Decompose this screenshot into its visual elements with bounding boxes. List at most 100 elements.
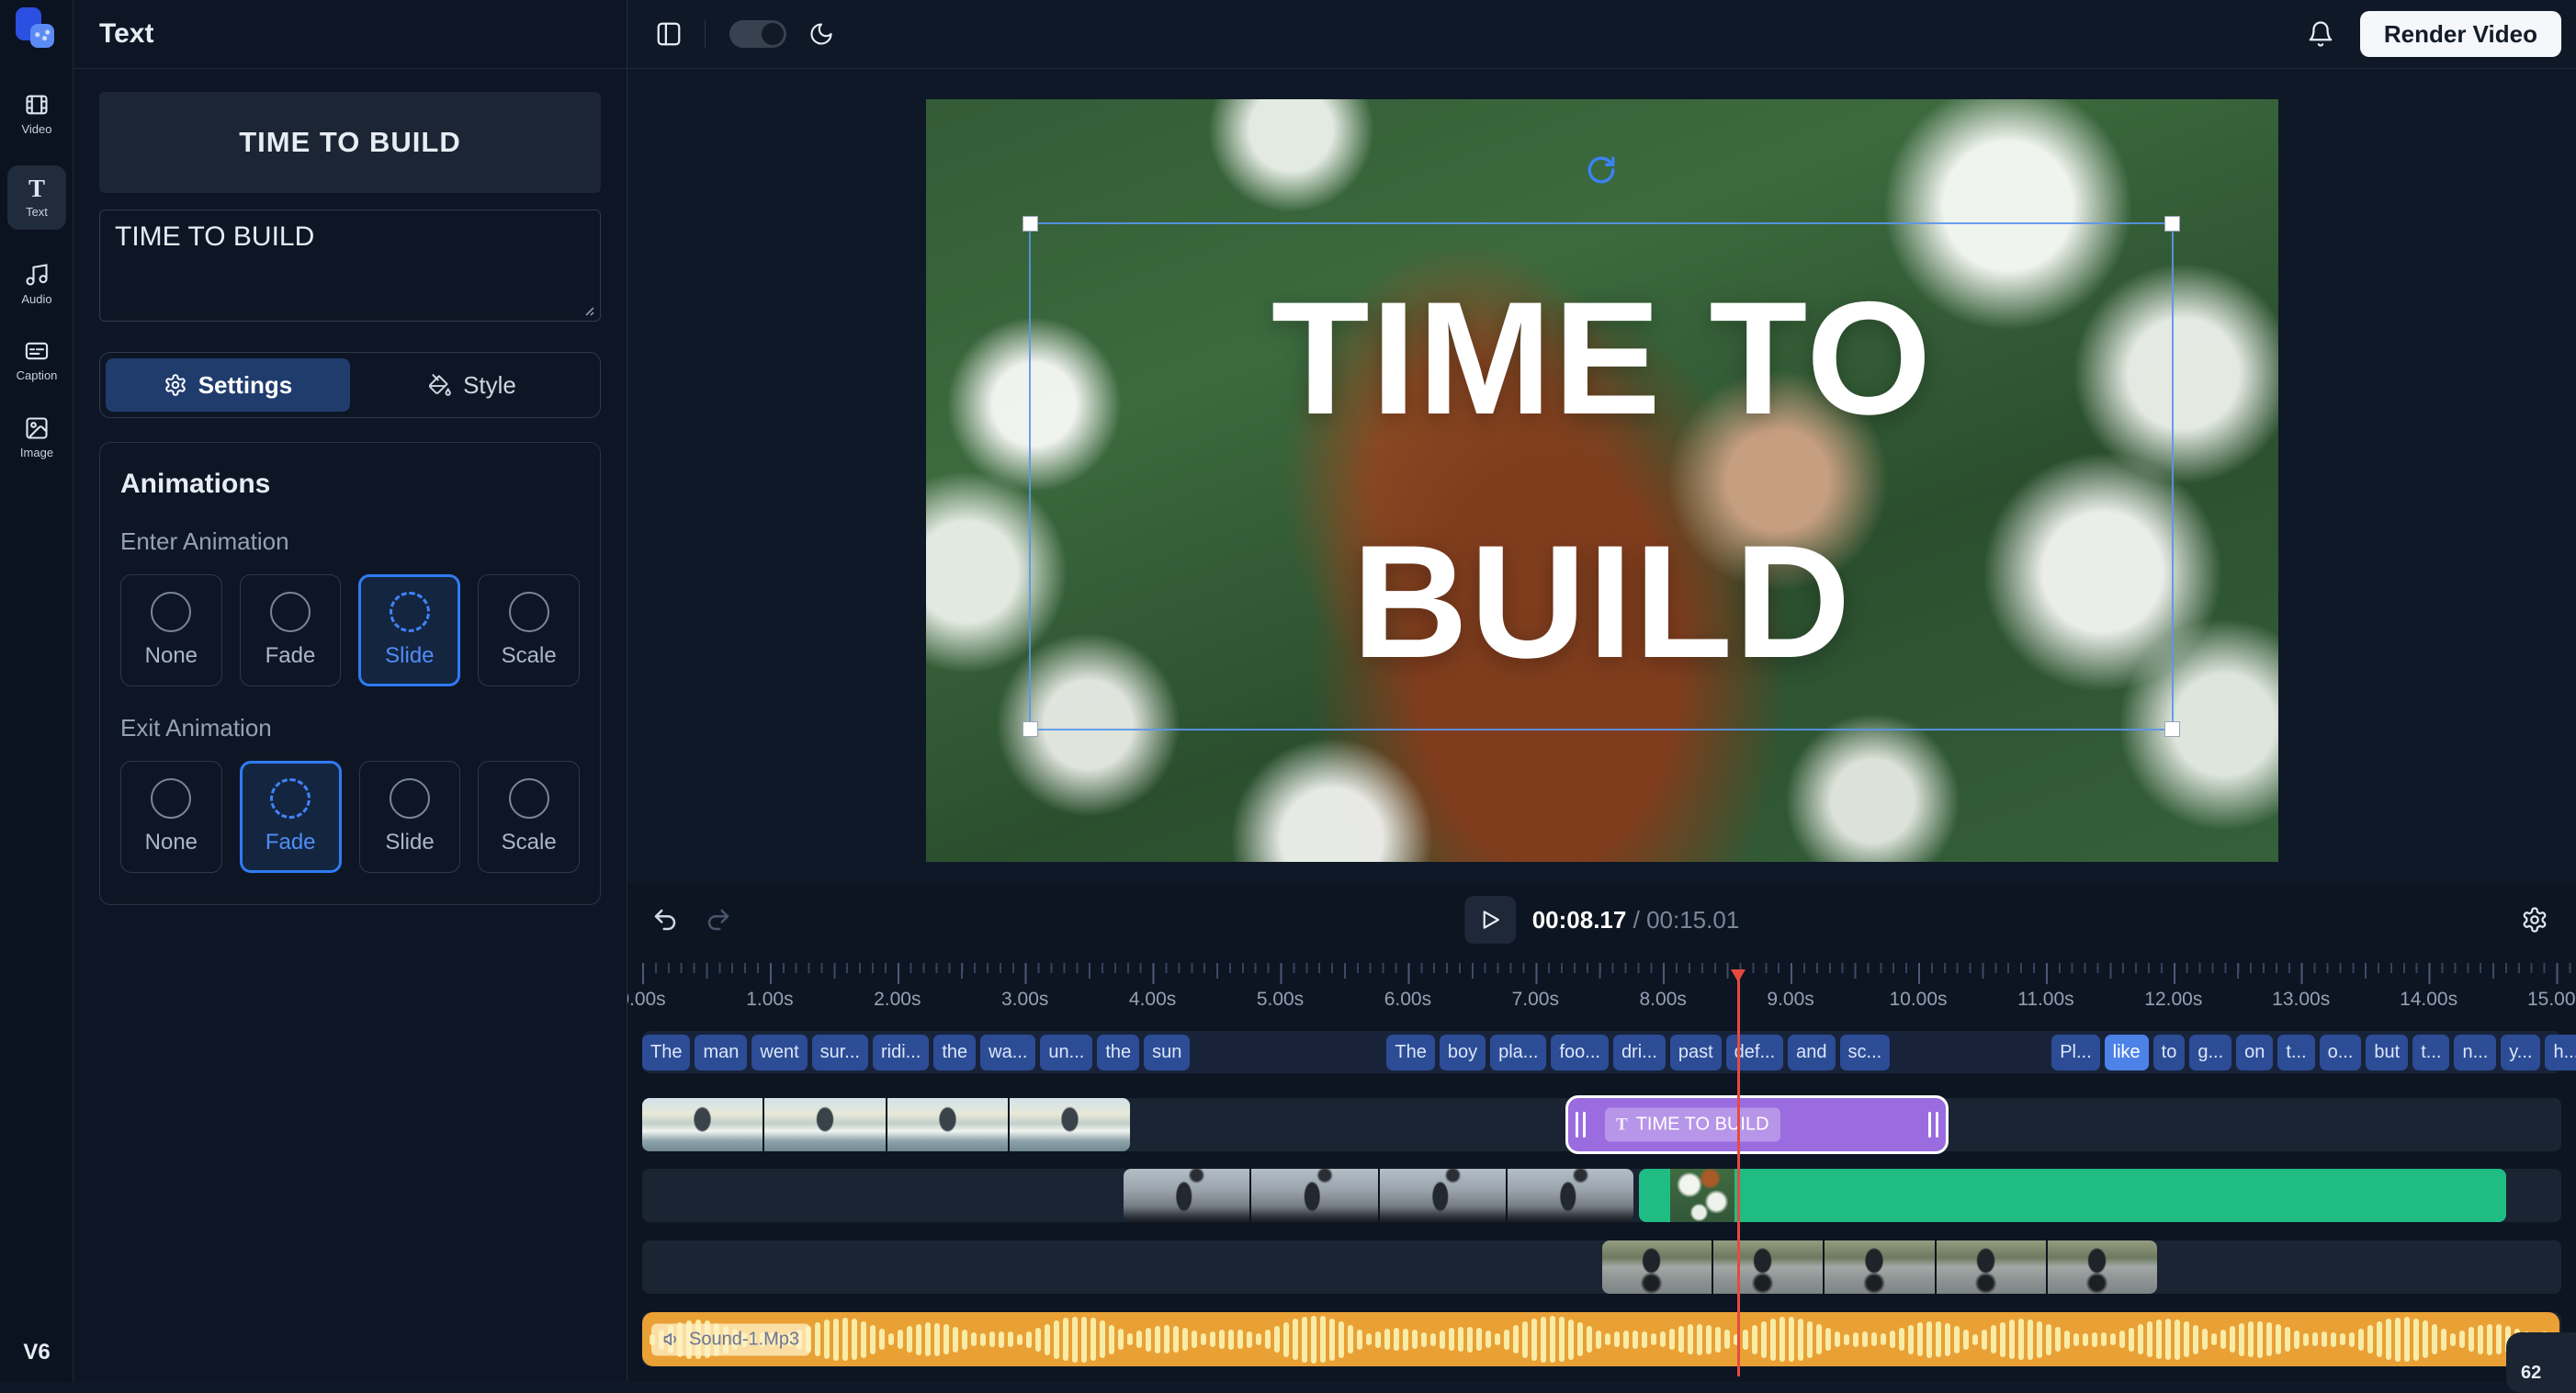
timeline-ruler[interactable]: 0.00s1.00s2.00s3.00s4.00s5.00s6.00s7.00s… — [627, 963, 2576, 1016]
caption-word-chip[interactable]: sun — [1144, 1035, 1190, 1070]
caption-word-chip[interactable]: boy — [1440, 1035, 1486, 1070]
timeline: 00:08.17 / 00:15.01 0.00s1.00s2.00s3.00s… — [627, 884, 2576, 1382]
selection-box[interactable] — [1029, 222, 2174, 730]
ruler-tick-label: 3.00s — [1001, 989, 1048, 1011]
cyclist-video-clip[interactable] — [1602, 1240, 2157, 1294]
text-clip-label: TIME TO BUILD — [1636, 1115, 1769, 1136]
playhead-marker[interactable] — [1731, 969, 1746, 982]
ruler-tick-label: 14.00s — [2400, 989, 2457, 1011]
soccer-video-clip[interactable] — [1124, 1169, 1633, 1222]
sidebar-item-label: Audio — [21, 292, 51, 306]
video-canvas[interactable]: TIME TO BUILD — [926, 99, 2278, 862]
caption-word-chip[interactable]: sur... — [812, 1035, 868, 1070]
topbar: Render Video — [627, 0, 2576, 69]
caption-word-chip[interactable]: n... — [2454, 1035, 2496, 1070]
caption-word-chip[interactable]: foo... — [1551, 1035, 1608, 1070]
animation-option-scale[interactable]: Scale — [478, 761, 580, 873]
text-icon: T — [28, 176, 45, 200]
caption-word-chip[interactable]: but — [2366, 1035, 2408, 1070]
resize-handle-bottom-right[interactable] — [2164, 721, 2180, 737]
caption-word-chip[interactable]: o... — [2320, 1035, 2362, 1070]
caption-word-chip[interactable]: ridi... — [873, 1035, 929, 1070]
animation-option-fade[interactable]: Fade — [240, 574, 342, 686]
caption-word-chip[interactable]: t... — [2277, 1035, 2314, 1070]
animation-option-fade[interactable]: Fade — [240, 761, 342, 873]
green-video-clip[interactable] — [1639, 1169, 2506, 1222]
caption-word-chip[interactable]: g... — [2189, 1035, 2231, 1070]
resize-handle-top-left[interactable] — [1022, 216, 1038, 232]
caption-word-chip[interactable]: dri... — [1613, 1035, 1666, 1070]
caption-word-chip[interactable]: wa... — [980, 1035, 1035, 1070]
timeline-controls: 00:08.17 / 00:15.01 — [627, 884, 2576, 956]
caption-word-chip[interactable]: man — [695, 1035, 747, 1070]
resize-handle-top-right[interactable] — [2164, 216, 2180, 232]
surfer-video-clip[interactable] — [642, 1098, 1130, 1151]
clip-thumbnail — [2048, 1240, 2157, 1294]
caption-word-chip[interactable]: pla... — [1490, 1035, 1546, 1070]
enter-animation-options: NoneFadeSlideScale — [120, 574, 580, 686]
ruler-tick-label: 6.00s — [1384, 989, 1431, 1011]
music-note-icon — [24, 262, 50, 288]
animation-option-slide[interactable]: Slide — [359, 761, 461, 873]
caption-word-chip[interactable]: went — [751, 1035, 807, 1070]
caption-word-chip[interactable]: the — [1097, 1035, 1139, 1070]
theme-toggle[interactable] — [729, 20, 786, 48]
playhead[interactable] — [1737, 970, 1740, 1376]
tab-settings[interactable]: Settings — [106, 358, 350, 412]
toggle-knob — [762, 23, 784, 45]
caption-word-chip[interactable]: the — [933, 1035, 976, 1070]
animation-option-none[interactable]: None — [120, 574, 222, 686]
caption-word-chip[interactable]: past — [1670, 1035, 1722, 1070]
caption-word-chip[interactable]: The — [642, 1035, 690, 1070]
caption-word-chip[interactable]: un... — [1040, 1035, 1092, 1070]
sidebar-item-caption[interactable]: Caption — [0, 338, 73, 382]
caption-word-chip[interactable]: like — [2105, 1035, 2149, 1070]
resize-handle-bottom-left[interactable] — [1022, 721, 1038, 737]
zoom-badge: 62 — [2506, 1332, 2576, 1393]
text-panel: Text TIME TO BUILD TIME TO BUILD Setting… — [73, 0, 627, 1382]
preview-stage: TIME TO BUILD — [627, 69, 2576, 884]
caption-word-chip[interactable]: def... — [1726, 1035, 1783, 1070]
ruler-tick-label: 11.00s — [2017, 989, 2074, 1011]
caption-word-chip[interactable]: on — [2236, 1035, 2273, 1070]
panel-toggle-icon[interactable] — [655, 20, 683, 48]
caption-word-chip[interactable]: to — [2153, 1035, 2186, 1070]
text-content-input[interactable]: TIME TO BUILD — [99, 210, 601, 322]
animation-shape-icon — [270, 592, 311, 632]
audio-clip[interactable]: Sound-1.Mp3 — [642, 1312, 2559, 1366]
caption-word-chip[interactable]: sc... — [1840, 1035, 1891, 1070]
sidebar-item-video[interactable]: Video — [0, 92, 73, 136]
animation-option-slide[interactable]: Slide — [358, 574, 460, 686]
tab-style[interactable]: Style — [350, 358, 594, 412]
timeline-settings-icon[interactable] — [2521, 906, 2548, 934]
trim-handle-left[interactable] — [1576, 1112, 1586, 1138]
tab-label: Style — [463, 371, 516, 400]
render-video-button[interactable]: Render Video — [2360, 11, 2561, 57]
sidebar-item-audio[interactable]: Audio — [0, 262, 73, 306]
caption-word-chip[interactable]: y... — [2501, 1035, 2540, 1070]
animation-option-scale[interactable]: Scale — [478, 574, 580, 686]
moon-icon[interactable] — [808, 21, 834, 47]
text-style-preview[interactable]: TIME TO BUILD — [99, 92, 601, 193]
caption-word-chip[interactable]: h... — [2545, 1035, 2576, 1070]
animations-card: Animations Enter Animation NoneFadeSlide… — [99, 442, 601, 905]
sidebar-item-text[interactable]: T Text — [7, 165, 66, 230]
clip-thumbnail — [642, 1098, 763, 1151]
caption-word-chip[interactable]: and — [1788, 1035, 1835, 1070]
undo-button[interactable] — [651, 906, 679, 934]
clip-thumbnail — [1670, 1169, 1734, 1222]
resize-handle-icon[interactable] — [581, 302, 595, 317]
rotate-handle-icon[interactable] — [1586, 154, 1617, 186]
trim-handle-right[interactable] — [1928, 1112, 1938, 1138]
image-icon — [24, 415, 50, 441]
bell-icon[interactable] — [2307, 20, 2334, 48]
sidebar-item-image[interactable]: Image — [0, 415, 73, 459]
animation-option-none[interactable]: None — [120, 761, 222, 873]
text-clip[interactable]: T TIME TO BUILD — [1565, 1095, 1949, 1154]
caption-word-chip[interactable]: Pl... — [2051, 1035, 2099, 1070]
play-button[interactable] — [1464, 896, 1516, 944]
current-time: 00:08.17 — [1532, 906, 1627, 934]
caption-word-chip[interactable]: The — [1386, 1035, 1434, 1070]
redo-button[interactable] — [705, 906, 732, 934]
caption-word-chip[interactable]: t... — [2412, 1035, 2449, 1070]
